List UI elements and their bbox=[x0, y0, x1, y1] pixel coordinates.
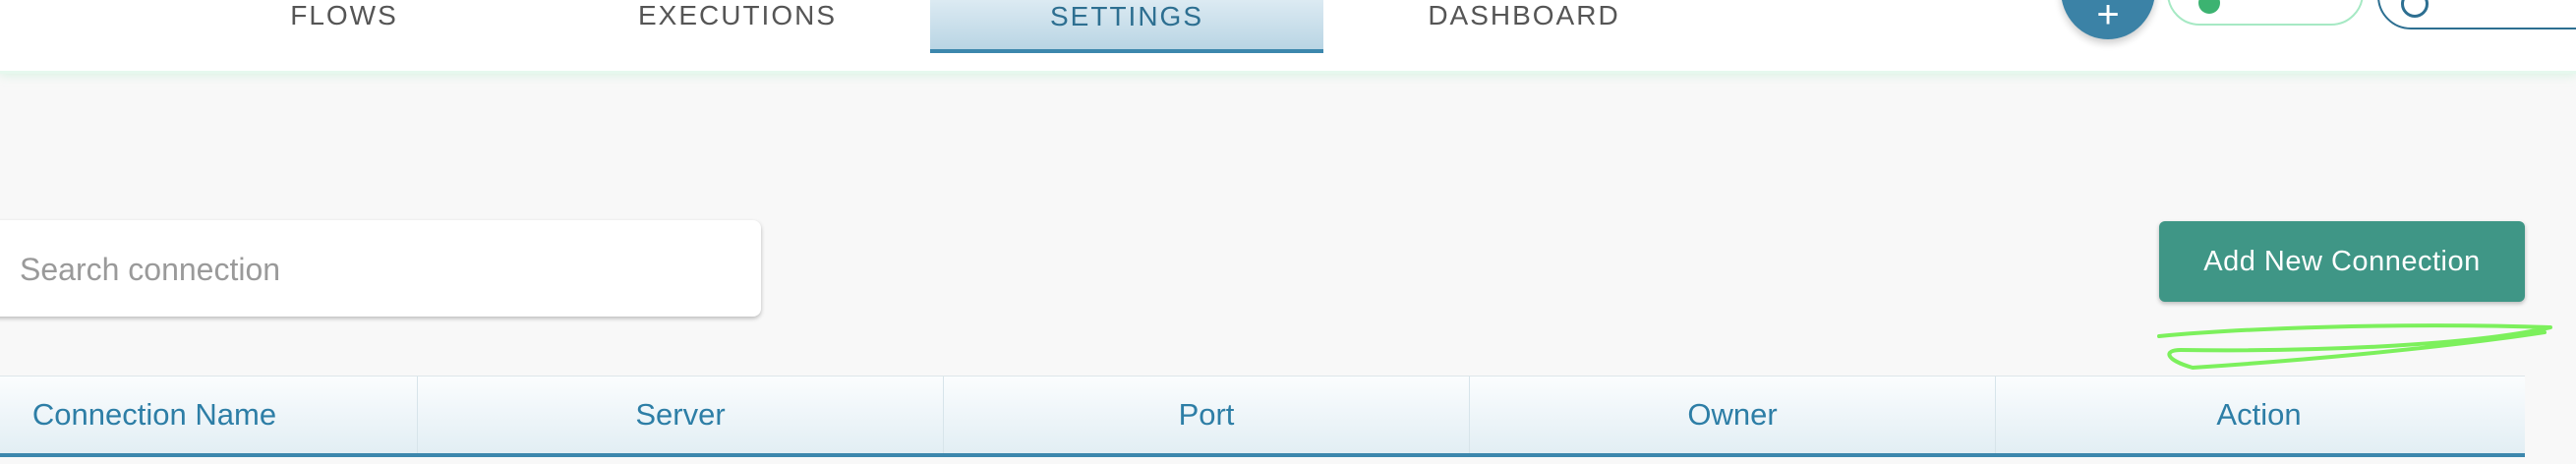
column-header-owner[interactable]: Owner bbox=[1470, 377, 1996, 453]
navbar-divider bbox=[0, 71, 2576, 74]
user-icon bbox=[2401, 0, 2429, 18]
green-annotation-scribble bbox=[2157, 323, 2552, 370]
status-toggle[interactable] bbox=[2167, 0, 2364, 26]
search-container bbox=[0, 220, 761, 317]
add-new-connection-button[interactable]: Add New Connection bbox=[2159, 221, 2525, 302]
column-header-action[interactable]: Action bbox=[1996, 377, 2522, 453]
search-connection-input[interactable] bbox=[18, 244, 730, 295]
add-fab-button[interactable]: + bbox=[2061, 0, 2155, 39]
status-dot-icon bbox=[2198, 0, 2220, 14]
plus-icon: + bbox=[2096, 0, 2120, 36]
column-header-port[interactable]: Port bbox=[944, 377, 1470, 453]
tab-flows[interactable]: FLOWS bbox=[236, 0, 452, 47]
tab-settings[interactable]: SETTINGS bbox=[930, 0, 1323, 53]
column-header-connection-name[interactable]: Connection Name bbox=[0, 377, 418, 453]
top-navigation-bar: FLOWS EXECUTIONS SETTINGS DASHBOARD + bbox=[0, 0, 2576, 71]
user-menu-button[interactable] bbox=[2377, 0, 2576, 29]
column-header-server[interactable]: Server bbox=[418, 377, 944, 453]
tab-executions[interactable]: EXECUTIONS bbox=[610, 0, 865, 47]
tab-dashboard[interactable]: DASHBOARD bbox=[1406, 0, 1642, 47]
connections-table-header: Connection Name Server Port Owner Action bbox=[0, 376, 2525, 457]
